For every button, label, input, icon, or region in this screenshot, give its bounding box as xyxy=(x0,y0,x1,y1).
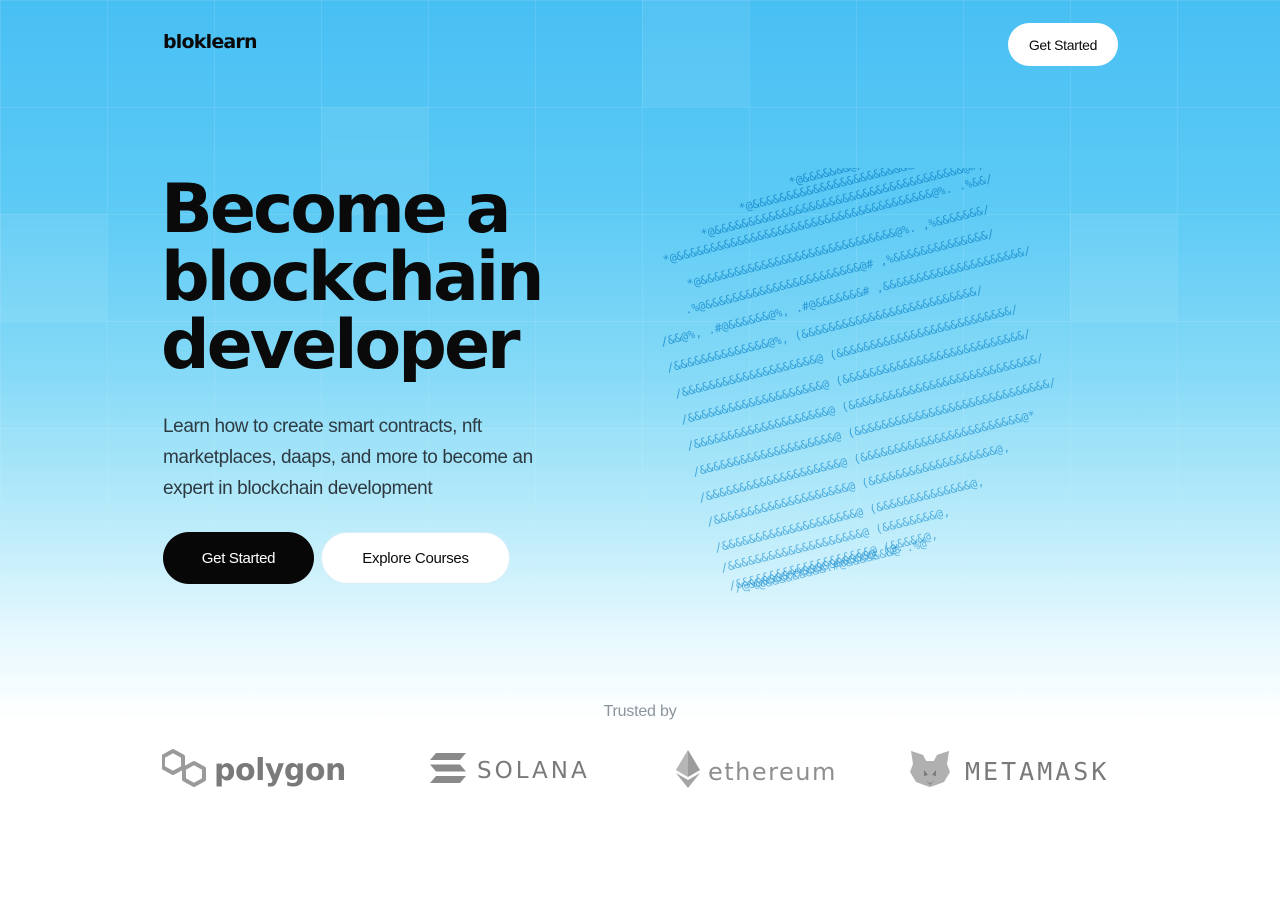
get-started-button[interactable]: Get Started xyxy=(163,532,314,584)
ascii-blockchain-cube-icon: *@&&&&&&&@/*@&&&&&&&&&&&&&&&&&&&&&&&&&&&… xyxy=(650,146,1140,598)
hero-headline: Become a blockchain developer xyxy=(161,176,631,380)
nav-get-started-button[interactable]: Get Started xyxy=(1008,23,1118,66)
polygon-logo-text: polygon xyxy=(214,752,346,788)
headline-line: blockchain xyxy=(161,238,545,317)
metamask-logo-text: METAMASK xyxy=(965,757,1110,786)
ethereum-logo-text: ethereum xyxy=(708,757,837,786)
headline-line: Become a xyxy=(161,170,512,249)
solana-logo[interactable]: SOLANA xyxy=(429,752,590,789)
hero-subtitle: Learn how to create smart contracts, nft… xyxy=(163,416,533,499)
ethereum-logo-icon xyxy=(676,750,700,793)
metamask-fox-icon xyxy=(909,750,951,793)
polygon-logo-icon xyxy=(161,748,206,793)
solana-logo-text: SOLANA xyxy=(477,757,590,784)
metamask-logo[interactable]: METAMASK xyxy=(909,750,1109,793)
solana-logo-icon xyxy=(429,752,467,789)
trusted-by-heading: Trusted by xyxy=(603,703,677,720)
polygon-logo[interactable]: polygon xyxy=(161,748,346,793)
headline-line: developer xyxy=(161,306,521,385)
brand-logo[interactable]: bloklearn xyxy=(163,31,258,53)
ethereum-logo[interactable]: ethereum xyxy=(676,750,837,793)
explore-courses-button[interactable]: Explore Courses xyxy=(321,532,510,584)
